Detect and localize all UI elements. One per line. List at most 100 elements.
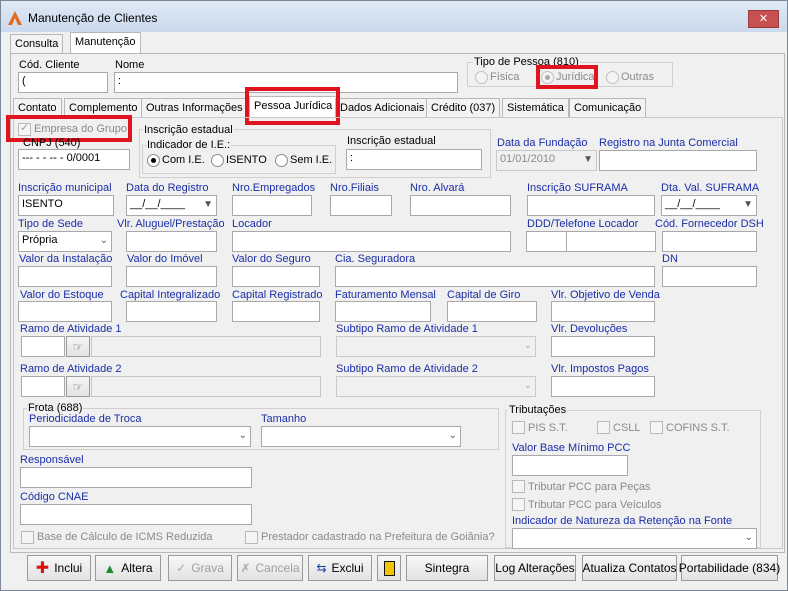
ddd-input[interactable] (526, 231, 568, 252)
vlr-impostos-label: Vlr. Impostos Pagos (551, 363, 649, 375)
radio-sem-ie-label: Sem I.E. (290, 154, 333, 166)
base-icms-checkbox[interactable] (21, 531, 34, 544)
indicador-natureza-select[interactable]: ⌄ (512, 528, 757, 549)
faturamento-input[interactable] (335, 301, 431, 322)
grava-button[interactable]: ✓ Grava (168, 555, 232, 581)
altera-button[interactable]: ▲ Altera (95, 555, 161, 581)
chevron-down-icon: ⌄ (99, 235, 108, 246)
chevron-down-icon: ⌄ (744, 532, 753, 543)
tab-manutencao[interactable]: Manutenção (70, 32, 141, 54)
inclui-button[interactable]: ✚ Inclui (27, 555, 91, 581)
subtipo1-select[interactable]: ⌄ (336, 336, 536, 357)
cod-fornecedor-input[interactable] (662, 231, 757, 252)
data-fundacao-input[interactable]: 01/01/2010 ▼ (496, 150, 597, 171)
app-logo-icon (8, 11, 22, 25)
radio-outras[interactable] (606, 71, 619, 84)
vlr-objetivo-input[interactable] (551, 301, 655, 322)
ramo2-search-button[interactable]: ☞ (66, 376, 90, 397)
radio-sem-ie[interactable] (275, 154, 288, 167)
cnpj-input[interactable]: --- - - -- - 0/0001 (18, 149, 130, 170)
data-registro-input[interactable]: __/__/____ ▼ (126, 195, 217, 216)
tamanho-select[interactable]: ⌄ (261, 426, 461, 447)
cofins-checkbox[interactable] (650, 421, 663, 434)
door-exit-button[interactable] (377, 555, 401, 581)
valor-instalacao-label: Valor da Instalação (19, 253, 113, 265)
sintegra-button[interactable]: Sintegra (406, 555, 488, 581)
portabilidade-button[interactable]: Portabilidade (834) (679, 555, 780, 581)
locador-label: Locador (232, 218, 272, 230)
pcc-veiculos-checkbox[interactable] (512, 498, 525, 511)
chevron-down-icon: ▼ (203, 199, 213, 210)
vlr-base-pcc-label: Valor Base Mínimo PCC (512, 442, 631, 454)
cod-cliente-input[interactable]: ( (18, 72, 108, 93)
capital-giro-label: Capital de Giro (447, 289, 521, 301)
vlr-base-pcc-input[interactable] (512, 455, 628, 476)
base-icms-label: Base de Cálculo de ICMS Reduzida (37, 531, 213, 543)
close-button[interactable]: ✕ (748, 10, 779, 28)
tamanho-label: Tamanho (261, 413, 307, 425)
nro-empregados-label: Nro.Empregados (232, 182, 316, 194)
atualiza-contatos-button[interactable]: Atualiza Contatos (582, 555, 677, 581)
responsavel-input[interactable] (20, 467, 252, 488)
valor-imovel-input[interactable] (126, 266, 217, 287)
faturamento-label: Faturamento Mensal (335, 289, 436, 301)
capital-giro-input[interactable] (447, 301, 537, 322)
insc-municipal-input[interactable]: ISENTO (18, 195, 114, 216)
locador-input[interactable] (232, 231, 511, 252)
prestador-checkbox[interactable] (245, 531, 258, 544)
capital-integralizado-input[interactable] (126, 301, 217, 322)
vlr-aluguel-input[interactable] (126, 231, 217, 252)
tipo-sede-select[interactable]: Própria ⌄ (18, 231, 112, 252)
tab-consulta[interactable]: Consulta (10, 34, 64, 54)
tab-credito[interactable]: Crédito (037) (426, 98, 501, 118)
tab-sistematica[interactable]: Sistemática (502, 98, 569, 118)
nro-filiais-input[interactable] (330, 195, 392, 216)
exclui-button[interactable]: ⇆ Exclui (308, 555, 372, 581)
cia-seguradora-input[interactable] (335, 266, 655, 287)
cancela-button[interactable]: ✗ Cancela (237, 555, 303, 581)
ramo2-code-input[interactable] (21, 376, 65, 397)
pcc-pecas-checkbox[interactable] (512, 480, 525, 493)
tab-dados-adicionais[interactable]: Dados Adicionais (335, 98, 430, 118)
ie-input[interactable]: : (346, 149, 482, 170)
radio-isento[interactable] (211, 154, 224, 167)
prestador-label: Prestador cadastrado na Prefeitura de Go… (261, 531, 495, 543)
valor-seguro-input[interactable] (232, 266, 320, 287)
telefone-locador-input[interactable] (566, 231, 656, 252)
pointer-hand-icon: ☞ (72, 339, 84, 354)
ramo1-code-input[interactable] (21, 336, 65, 357)
vlr-devolucoes-input[interactable] (551, 336, 655, 357)
door-icon (384, 561, 395, 576)
nro-empregados-input[interactable] (232, 195, 312, 216)
registro-junta-input[interactable] (599, 150, 757, 171)
valor-estoque-input[interactable] (18, 301, 112, 322)
vlr-impostos-input[interactable] (551, 376, 655, 397)
pis-checkbox[interactable] (512, 421, 525, 434)
cia-seguradora-label: Cia. Seguradora (335, 253, 416, 265)
ie-label: Inscrição estadual (347, 135, 436, 147)
valor-estoque-label: Valor do Estoque (20, 289, 104, 301)
indicador-natureza-label: Indicador de Natureza da Retenção na Fon… (512, 515, 733, 527)
cnae-input[interactable] (20, 504, 252, 525)
radio-fisica[interactable] (475, 71, 488, 84)
data-fundacao-label: Data da Fundação (497, 137, 588, 149)
capital-registrado-input[interactable] (232, 301, 320, 322)
valor-imovel-label: Valor do Imóvel (127, 253, 203, 265)
periodicidade-select[interactable]: ⌄ (29, 426, 251, 447)
tab-comunicacao[interactable]: Comunicação (569, 98, 647, 118)
dta-val-suframa-input[interactable]: __/__/____ ▼ (661, 195, 757, 216)
radio-com-ie[interactable] (147, 154, 160, 167)
tab-outras-informacoes[interactable]: Outras Informações (141, 98, 248, 118)
dn-input[interactable] (662, 266, 757, 287)
pcc-veiculos-label: Tributar PCC para Veículos (528, 499, 662, 511)
ramo1-search-button[interactable]: ☞ (66, 336, 90, 357)
nro-alvara-input[interactable] (410, 195, 511, 216)
cnae-label: Código CNAE (20, 491, 89, 503)
ramo2-label: Ramo de Atividade 2 (20, 363, 122, 375)
log-alteracoes-button[interactable]: Log Alterações (494, 555, 576, 581)
subtipo2-select[interactable]: ⌄ (336, 376, 536, 397)
subtipo1-label: Subtipo Ramo de Atividade 1 (336, 323, 478, 335)
valor-instalacao-input[interactable] (18, 266, 112, 287)
insc-suframa-input[interactable] (527, 195, 655, 216)
csll-checkbox[interactable] (597, 421, 610, 434)
